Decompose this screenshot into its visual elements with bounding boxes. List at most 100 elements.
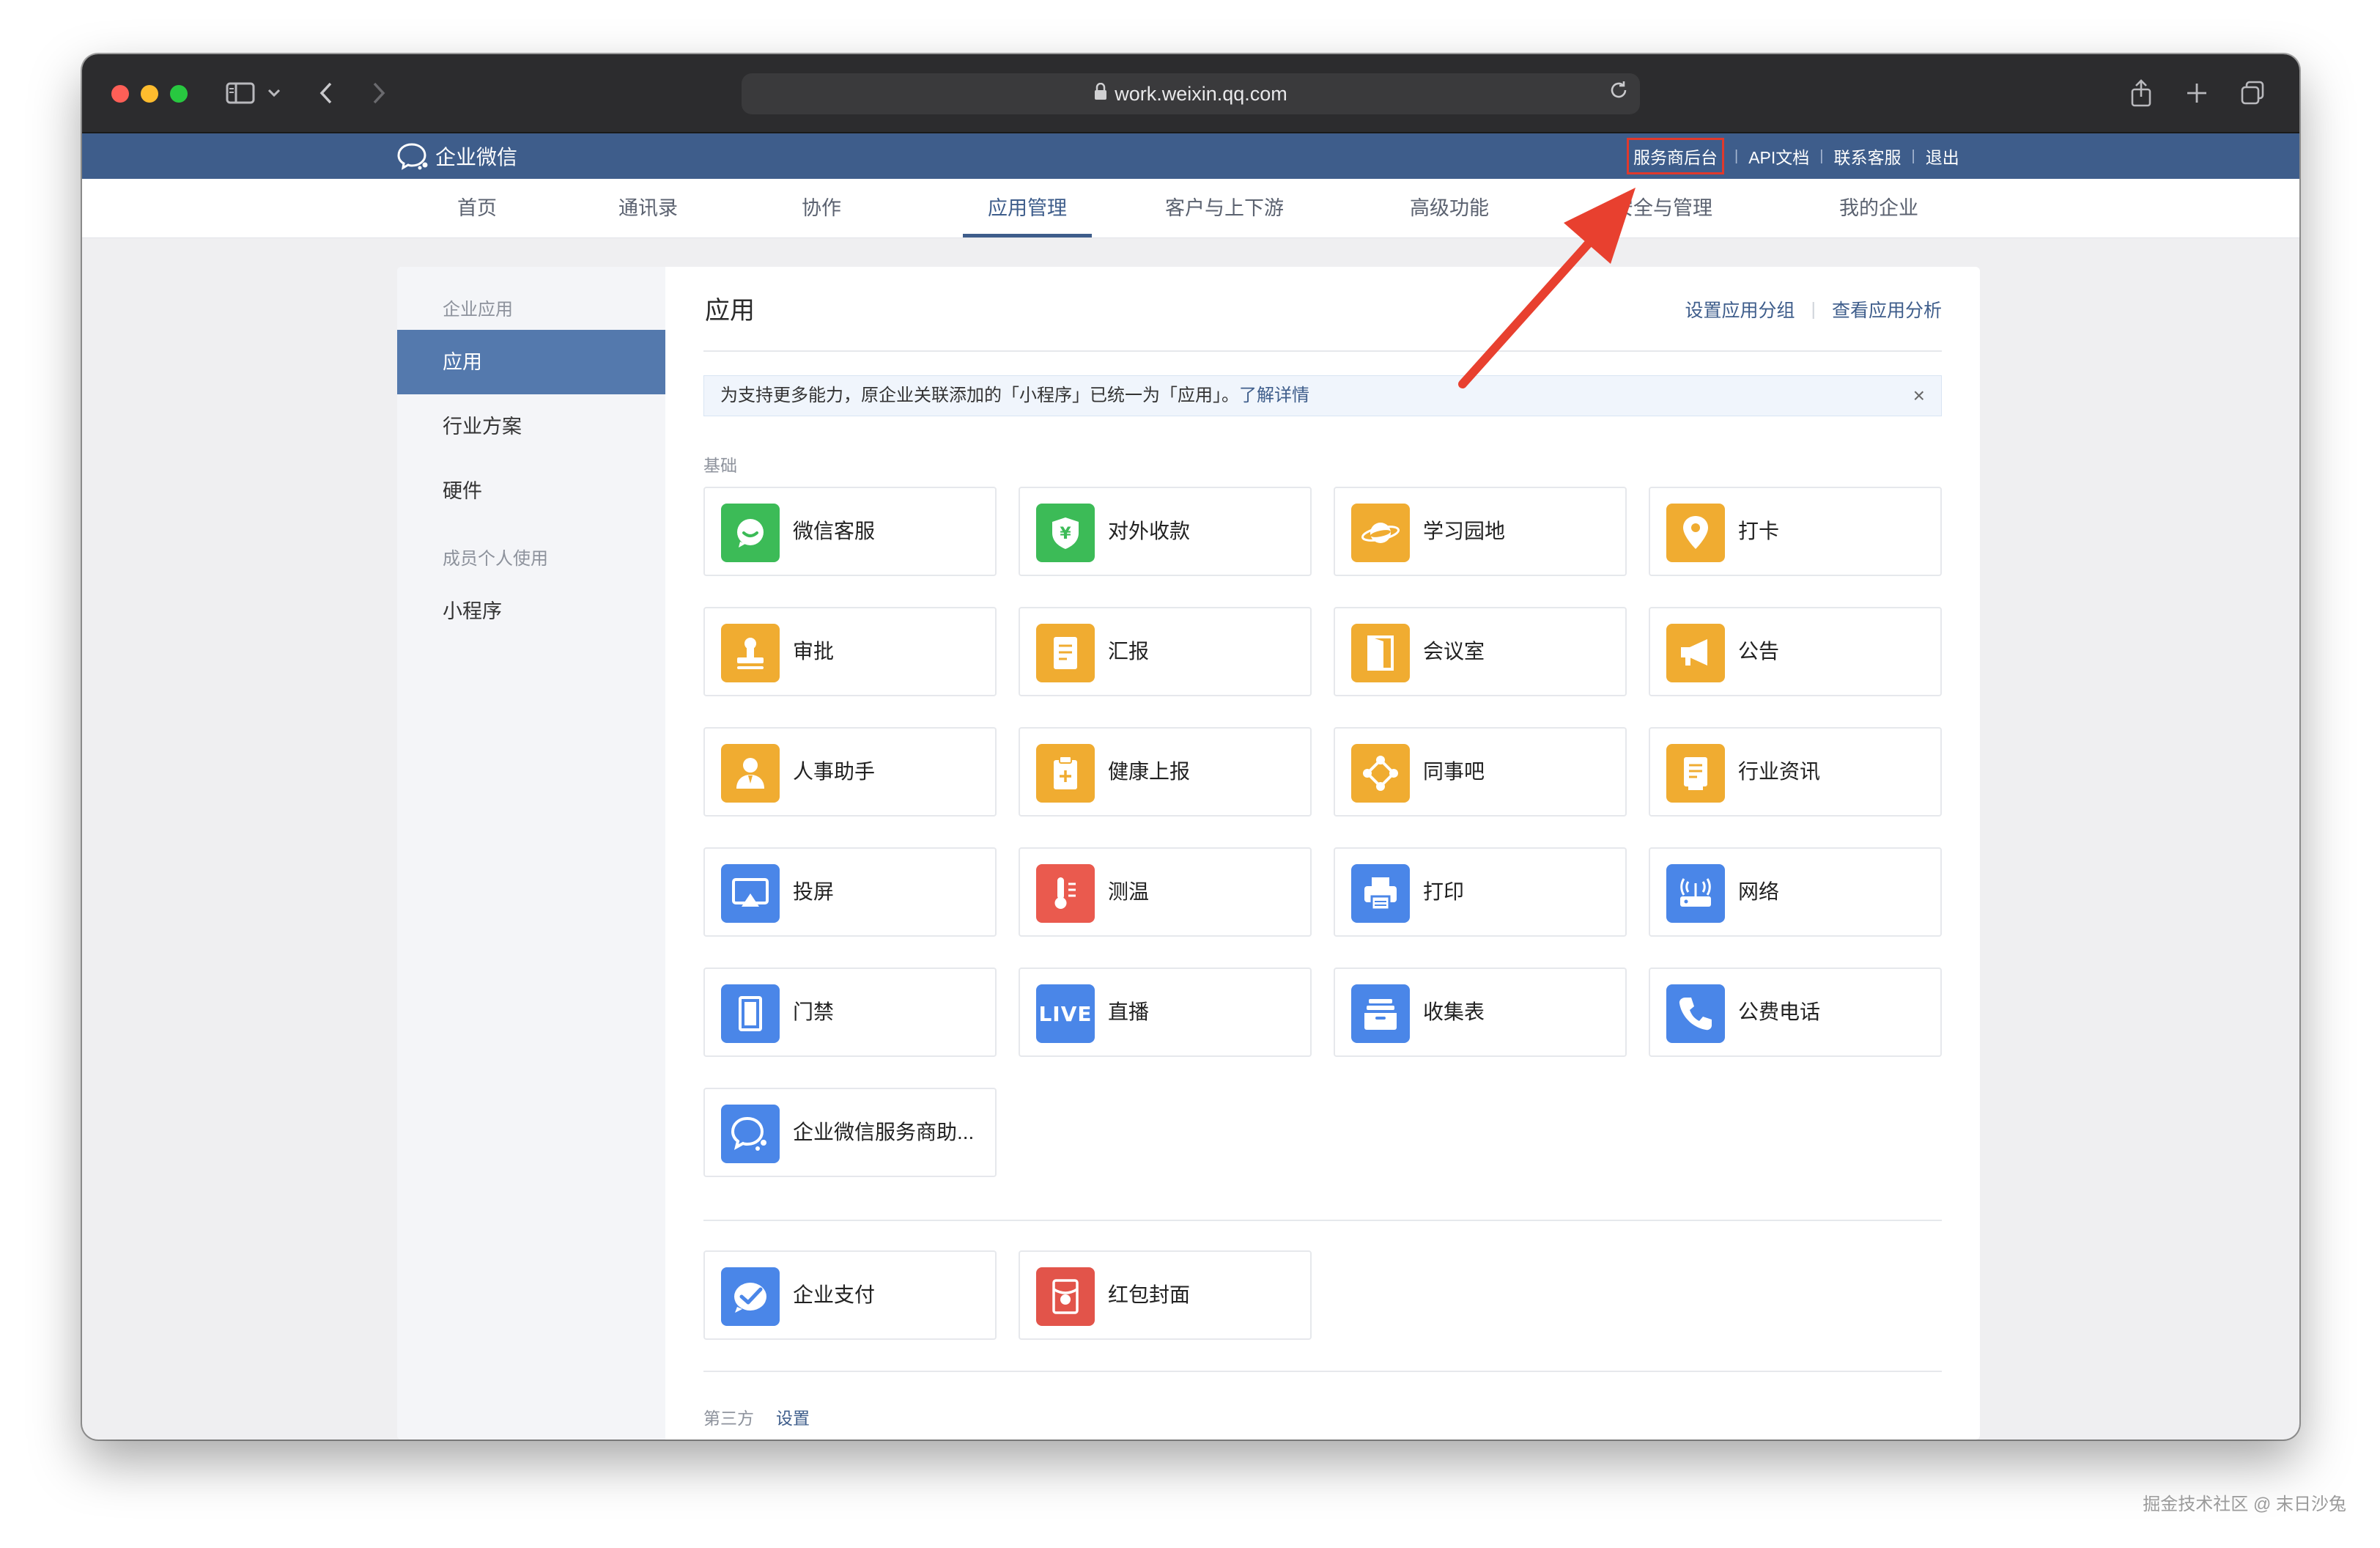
top-links: 服务商后台 | API文档 | 联系客服 | 退出 <box>1627 133 1959 179</box>
content-panel: 企业应用 应用 行业方案 硬件 成员个人使用 小程序 应用 设置应用分组 | 查… <box>397 267 1980 1440</box>
nav-app-management[interactable]: 应用管理 <box>963 179 1092 237</box>
zoom-window-button[interactable] <box>170 85 188 103</box>
app-card-wechat-service[interactable]: 微信客服 <box>703 487 997 576</box>
megaphone-icon <box>1666 624 1725 682</box>
app-label: 打印 <box>1423 880 1465 903</box>
section-third-party-label: 第三方 <box>703 1409 754 1428</box>
app-card-network[interactable]: 网络 <box>1649 847 1942 937</box>
app-label: 对外收款 <box>1108 520 1191 542</box>
app-label: 审批 <box>793 640 835 663</box>
news-icon <box>1666 744 1725 803</box>
nav-home[interactable]: 首页 <box>457 179 497 237</box>
share-icon[interactable] <box>2126 76 2156 110</box>
app-label: 微信客服 <box>793 520 876 542</box>
view-app-analytics-link[interactable]: 查看应用分析 <box>1832 296 1942 322</box>
nav-contacts[interactable]: 通讯录 <box>618 179 678 237</box>
app-card-colleague-forum[interactable]: 同事吧 <box>1334 727 1627 817</box>
address-bar[interactable]: work.weixin.qq.com <box>742 73 1640 114</box>
sidebar-item-industry[interactable]: 行业方案 <box>397 394 665 459</box>
nav-customers[interactable]: 客户与上下游 <box>1165 179 1284 237</box>
app-card-red-packet-cover[interactable]: 红包封面 <box>1019 1250 1312 1340</box>
network-icon <box>1351 744 1410 803</box>
reload-icon[interactable] <box>1608 79 1630 107</box>
live-badge-text: LIVE <box>1038 1001 1093 1026</box>
app-card-temperature[interactable]: 测温 <box>1019 847 1312 937</box>
service-chat-icon <box>721 1105 780 1163</box>
set-app-group-link[interactable]: 设置应用分组 <box>1685 296 1795 322</box>
nav-collaboration[interactable]: 协作 <box>802 179 841 237</box>
app-card-live[interactable]: LIVE 直播 <box>1019 968 1312 1057</box>
app-card-announcement[interactable]: 公告 <box>1649 607 1942 696</box>
app-label: 公告 <box>1738 640 1780 663</box>
forward-arrow-icon[interactable] <box>368 76 390 110</box>
minimize-window-button[interactable] <box>141 85 158 103</box>
chevron-down-icon[interactable] <box>265 76 283 110</box>
pay-check-icon <box>721 1267 780 1326</box>
app-card-screen-cast[interactable]: 投屏 <box>703 847 997 937</box>
door-icon <box>1351 624 1410 682</box>
section-divider <box>703 1220 1942 1221</box>
browser-toolbar: work.weixin.qq.com <box>82 54 2299 133</box>
logout-link[interactable]: 退出 <box>1926 144 1959 169</box>
app-card-external-payment[interactable]: ¥ 对外收款 <box>1019 487 1312 576</box>
service-provider-link[interactable]: 服务商后台 <box>1627 138 1724 174</box>
sidebar: 企业应用 应用 行业方案 硬件 成员个人使用 小程序 <box>397 267 665 1440</box>
app-label: 公费电话 <box>1738 1000 1821 1023</box>
close-icon[interactable]: × <box>1913 376 1925 416</box>
app-card-industry-news[interactable]: 行业资讯 <box>1649 727 1942 817</box>
app-card-public-phone[interactable]: 公费电话 <box>1649 968 1942 1057</box>
back-arrow-icon[interactable] <box>315 76 337 110</box>
screen-cast-icon <box>721 864 780 923</box>
sidebar-toggle-icon[interactable] <box>223 76 258 110</box>
wifi-router-icon <box>1666 864 1725 923</box>
wecom-logo-icon <box>397 143 428 170</box>
sidebar-item-miniprogram[interactable]: 小程序 <box>397 579 665 644</box>
app-card-access-control[interactable]: 门禁 <box>703 968 997 1057</box>
app-label: 企业支付 <box>793 1283 876 1306</box>
location-pin-icon <box>1666 504 1725 562</box>
main-nav: 首页 通讯录 协作 应用管理 客户与上下游 高级功能 安全与管理 我的企业 <box>82 179 2299 238</box>
app-card-checkin[interactable]: 打卡 <box>1649 487 1942 576</box>
app-card-approval[interactable]: 审批 <box>703 607 997 696</box>
close-window-button[interactable] <box>111 85 129 103</box>
nav-my-company[interactable]: 我的企业 <box>1839 179 1918 237</box>
notice-banner: 为支持更多能力，原企业关联添加的「小程序」已统一为「应用」。了解详情 × <box>703 375 1942 416</box>
app-card-hr-assistant[interactable]: 人事助手 <box>703 727 997 817</box>
app-card-report[interactable]: 汇报 <box>1019 607 1312 696</box>
app-logo[interactable]: 企业微信 <box>397 139 517 173</box>
app-label: 直播 <box>1108 1000 1150 1023</box>
app-card-print[interactable]: 打印 <box>1334 847 1627 937</box>
sidebar-group-personal: 成员个人使用 <box>443 549 548 569</box>
app-label: 收集表 <box>1423 1000 1485 1023</box>
app-label: 投屏 <box>793 880 835 903</box>
sidebar-item-hardware[interactable]: 硬件 <box>397 459 665 523</box>
app-label: 测温 <box>1108 880 1150 903</box>
app-card-learning[interactable]: 学习园地 <box>1334 487 1627 576</box>
app-label: 会议室 <box>1423 640 1485 663</box>
app-label: 网络 <box>1738 880 1780 903</box>
app-card-meeting-room[interactable]: 会议室 <box>1334 607 1627 696</box>
app-label: 健康上报 <box>1108 760 1191 783</box>
new-tab-icon[interactable] <box>2182 76 2211 110</box>
sidebar-item-apps[interactable]: 应用 <box>397 330 665 394</box>
tab-overview-icon[interactable] <box>2238 76 2267 110</box>
lock-icon <box>1094 82 1107 106</box>
nav-security[interactable]: 安全与管理 <box>1614 179 1712 237</box>
api-docs-link[interactable]: API文档 <box>1748 144 1809 169</box>
app-card-health-report[interactable]: 健康上报 <box>1019 727 1312 817</box>
notice-learn-more-link[interactable]: 了解详情 <box>1239 386 1309 405</box>
sidebar-group-enterprise: 企业应用 <box>443 300 513 320</box>
app-card-collection-form[interactable]: 收集表 <box>1334 968 1627 1057</box>
watermark-text: 掘金技术社区 @ 末日沙兔 <box>2143 1494 2346 1514</box>
third-party-settings-link[interactable]: 设置 <box>776 1409 810 1428</box>
logo-text: 企业微信 <box>435 146 518 169</box>
report-icon <box>1036 624 1095 682</box>
app-card-service-assistant[interactable]: 企业微信服务商助... <box>703 1088 997 1177</box>
app-card-enterprise-pay[interactable]: 企业支付 <box>703 1250 997 1340</box>
app-label: 红包封面 <box>1108 1283 1191 1306</box>
nav-advanced[interactable]: 高级功能 <box>1410 179 1489 237</box>
red-packet-icon <box>1036 1267 1095 1326</box>
app-label: 人事助手 <box>793 760 876 783</box>
contact-support-link[interactable]: 联系客服 <box>1833 144 1901 169</box>
wechat-service-icon <box>721 504 780 562</box>
